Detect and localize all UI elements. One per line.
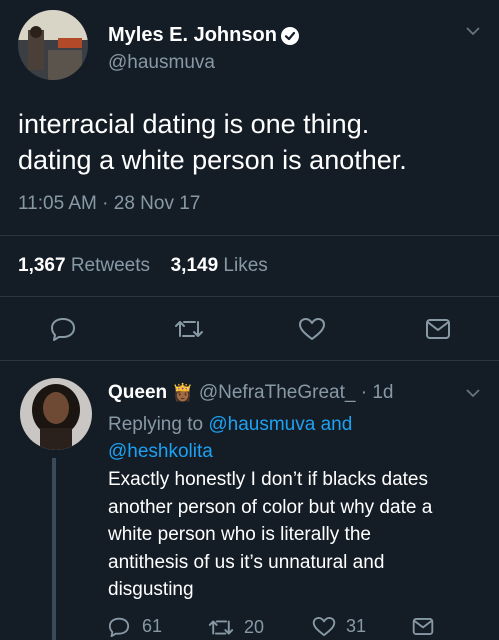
- tweet-date: 28 Nov 17: [113, 193, 201, 214]
- reply-text: Exactly honestly I don’t if blacks dates…: [108, 466, 493, 604]
- reply-header: Queen 👸🏾 @NefraTheGreat_ · 1d: [108, 382, 393, 404]
- tweet-time: 11:05 AM: [18, 193, 97, 214]
- message-icon[interactable]: [412, 617, 434, 636]
- avatar-photo: [18, 10, 88, 80]
- message-icon[interactable]: [425, 318, 451, 340]
- reply-action-retweet[interactable]: 20: [208, 617, 264, 638]
- replying-to-and: and: [320, 414, 353, 435]
- chevron-down-icon[interactable]: [466, 388, 480, 398]
- tweet-text: interracial dating is one thing. dating …: [18, 106, 407, 178]
- reply-action-reply[interactable]: 61: [108, 616, 162, 637]
- reply-author-name[interactable]: Queen: [108, 382, 167, 403]
- retweet-count: 20: [244, 617, 265, 637]
- replying-to-user[interactable]: @hausmuva: [208, 414, 315, 435]
- retweet-icon[interactable]: [174, 318, 204, 340]
- retweets-label[interactable]: Retweets: [71, 255, 150, 276]
- retweets-count[interactable]: 1,367: [18, 255, 66, 276]
- divider: [0, 296, 499, 297]
- author-handle[interactable]: @hausmuva: [108, 52, 215, 74]
- divider: [0, 360, 499, 361]
- reply-icon: [108, 617, 130, 637]
- heart-icon: [312, 616, 336, 637]
- divider: [0, 235, 499, 236]
- queen-emoji-icon: 👸🏾: [172, 383, 194, 402]
- likes-count[interactable]: 3,149: [171, 255, 219, 276]
- reply-text-line: another person of color but why date a: [108, 496, 433, 518]
- reply-count: 61: [142, 616, 163, 636]
- retweet-icon: [208, 618, 234, 637]
- tweet-timestamp[interactable]: 11:05 AM · 28 Nov 17: [18, 193, 200, 215]
- reply-text-line: antithesis of us it’s unnatural and: [108, 551, 385, 573]
- reply-text-line: disgusting: [108, 579, 194, 600]
- verified-badge-icon: [281, 27, 299, 45]
- replying-to: Replying to @hausmuva and @heshkolita: [108, 411, 488, 465]
- author-avatar[interactable]: [18, 10, 88, 80]
- reply-age: 1d: [372, 382, 394, 403]
- avatar-photo: [20, 378, 92, 450]
- replying-to-user[interactable]: @heshkolita: [108, 441, 213, 462]
- reply-text-line: white person who is literally the: [108, 524, 371, 545]
- thread-line: [52, 458, 56, 640]
- heart-icon[interactable]: [298, 317, 326, 341]
- like-count: 31: [346, 616, 367, 636]
- tweet-text-line: dating a white person is another.: [18, 145, 407, 175]
- reply-text-line: Exactly honestly I don’t if blacks dates: [108, 469, 428, 490]
- chevron-down-icon[interactable]: [466, 26, 480, 36]
- likes-label[interactable]: Likes: [223, 255, 267, 276]
- author-name[interactable]: Myles E. Johnson: [108, 24, 277, 47]
- tweet-text-line: interracial dating is one thing.: [18, 109, 370, 139]
- reply-action-like[interactable]: 31: [312, 616, 366, 637]
- reply-icon[interactable]: [50, 317, 76, 341]
- reply-author-handle[interactable]: @NefraTheGreat_: [199, 382, 356, 403]
- replying-to-prefix: Replying to: [108, 414, 204, 435]
- separator-dot: ·: [102, 193, 109, 214]
- separator-dot: ·: [360, 382, 368, 403]
- reply-author-avatar[interactable]: [20, 378, 92, 450]
- tweet-stats: 1,367 Retweets 3,149 Likes: [18, 255, 268, 277]
